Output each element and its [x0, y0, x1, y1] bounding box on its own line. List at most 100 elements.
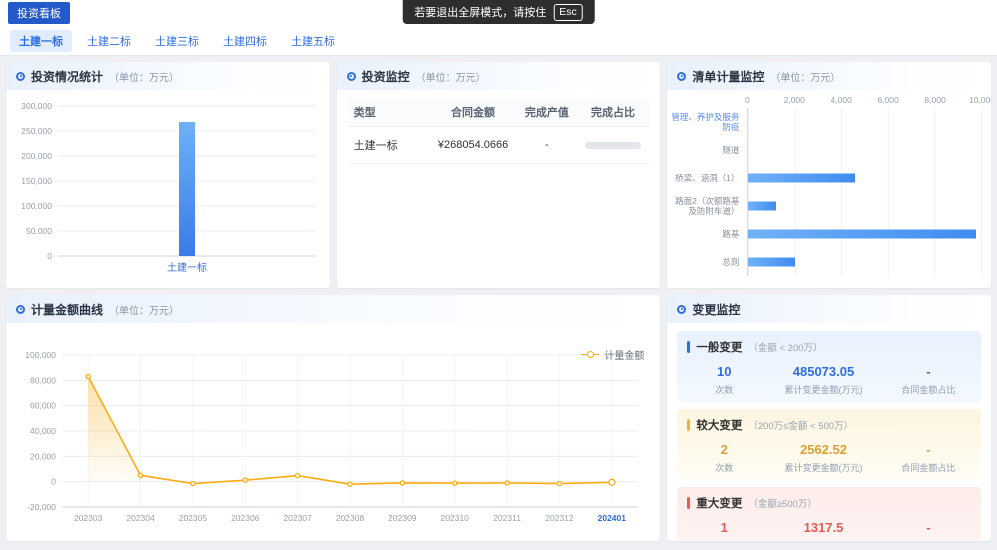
svg-text:202308: 202308 — [336, 513, 365, 523]
table-row[interactable]: 土建一标 ¥268054.0666 - — [348, 127, 650, 164]
hbar-row: 路面2（次额路基及防附车道） — [667, 192, 991, 220]
tab-土建四标[interactable]: 土建四标 — [214, 30, 276, 52]
card-stat-count: 10次数 — [687, 364, 761, 396]
fullscreen-toast-text: 若要退出全屏模式，请按住 — [414, 4, 546, 20]
hbar-x-axis: 02,0004,0006,0008,00010,000 — [747, 94, 982, 108]
svg-text:150,000: 150,000 — [21, 176, 52, 186]
card-range: （金额 < 200万） — [748, 340, 822, 354]
change-card-critical: 重大变更（金额≥500万）1次数1317.5累计变更金额(万元)-合同金额占比 — [677, 487, 981, 541]
target-icon — [677, 72, 686, 81]
quantity-hbar-chart: 02,0004,0006,0008,00010,000 管理、养护及服务防疫隧道… — [667, 90, 991, 276]
hbar-bar-路基 — [748, 230, 976, 239]
board-button[interactable]: 投资看板 — [8, 2, 70, 24]
svg-text:土建一标: 土建一标 — [167, 261, 207, 274]
card-name: 较大变更 — [696, 417, 742, 433]
change-card-general: 一般变更 （金额 < 200万） 10次数485073.05累计变更金额(万元)-合… — [677, 331, 981, 402]
hbar-row: 路基 — [667, 220, 991, 248]
legend-measure-amount[interactable]: 计量金额 — [581, 347, 644, 362]
hbar-row: 管理、养护及服务防疫 — [667, 108, 991, 136]
tab-土建三标[interactable]: 土建三标 — [146, 30, 208, 52]
svg-text:0: 0 — [51, 477, 56, 487]
hbar-tick: 4,000 — [831, 95, 852, 105]
investment-dashboard: 投资看板 若要退出全屏模式，请按住 Esc 土建一标土建二标土建三标土建四标土建… — [0, 0, 997, 550]
panel-unit: （单位：万元） — [109, 302, 179, 317]
svg-text:100,000: 100,000 — [25, 350, 56, 360]
svg-text:50,000: 50,000 — [26, 226, 52, 236]
card-stat-ratio: -合同金额占比 — [886, 520, 971, 541]
target-icon — [16, 305, 25, 314]
svg-text:202304: 202304 — [126, 513, 155, 523]
target-icon — [16, 72, 25, 81]
target-icon — [347, 72, 356, 81]
hbar-row: 总则 — [667, 248, 991, 276]
svg-text:202310: 202310 — [441, 513, 470, 523]
col-type: 类型 — [348, 98, 429, 127]
line-chart-area: 计量金额 -20,000020,00040,00060,00080,000100… — [6, 343, 660, 541]
svg-text:60,000: 60,000 — [30, 401, 56, 411]
cell-contract-amount[interactable]: ¥268054.0666 — [429, 127, 517, 164]
hbar-category-label: 桥梁、涵洞（1） — [667, 173, 747, 183]
hbar-track — [747, 248, 982, 276]
svg-text:0: 0 — [47, 251, 52, 261]
card-range: （金额≥500万） — [748, 496, 817, 510]
card-stat-ratio: -合同金额占比 — [886, 442, 971, 474]
panel-header: 计量金额曲线 （单位：万元） — [6, 295, 660, 323]
hbar-category-label: 总则 — [667, 257, 747, 267]
hbar-track — [747, 108, 982, 136]
card-name: 一般变更 — [696, 339, 742, 355]
card-stat-count: 2次数 — [687, 442, 761, 474]
fullscreen-toast: 若要退出全屏模式，请按住 Esc — [402, 0, 595, 24]
investment-table: 类型 合同金额 完成产值 完成占比 土建一标 ¥268054.0666 - — [348, 98, 650, 164]
panel-title: 清单计量监控 — [692, 68, 764, 85]
svg-text:300,000: 300,000 — [21, 101, 52, 111]
hbar-category-label: 管理、养护及服务防疫 — [667, 112, 747, 132]
table-header-row: 类型 合同金额 完成产值 完成占比 — [348, 98, 650, 127]
cell-type: 土建一标 — [348, 127, 429, 164]
hbar-track — [747, 136, 982, 164]
hbar-category-label: 路面2（次额路基及防附车道） — [667, 196, 747, 216]
tab-土建二标[interactable]: 土建二标 — [78, 30, 140, 52]
panel-title: 变更监控 — [692, 301, 740, 318]
hbar-tick: 6,000 — [877, 95, 898, 105]
hbar-track — [747, 164, 982, 192]
svg-text:202305: 202305 — [179, 513, 208, 523]
panel-header: 投资监控 （单位：万元） — [337, 62, 661, 90]
hbar-tick: 0 — [745, 95, 750, 105]
panel-investment-monitor: 投资监控 （单位：万元） 类型 合同金额 完成产值 完成占比 土建一标 ¥268… — [337, 62, 661, 288]
card-range: （200万≤金额 < 500万） — [748, 418, 853, 432]
svg-text:20,000: 20,000 — [30, 451, 56, 461]
panel-unit: （单位：万元） — [109, 69, 179, 84]
topbar: 投资看板 若要退出全屏模式，请按住 Esc — [0, 0, 997, 26]
panel-header: 投资情况统计 （单位：万元） — [6, 62, 330, 90]
panel-title: 投资监控 — [362, 68, 410, 85]
hbar-rows: 管理、养护及服务防疫隧道桥梁、涵洞（1） 路面2（次额路基及防附车道） 路基总则 — [667, 108, 991, 276]
card-name: 重大变更 — [696, 495, 742, 511]
tab-土建五标[interactable]: 土建五标 — [282, 30, 344, 52]
svg-text:200,000: 200,000 — [21, 151, 52, 161]
cell-output-value: - — [517, 127, 577, 164]
panel-header: 变更监控 — [667, 295, 991, 323]
svg-text:-20,000: -20,000 — [27, 502, 56, 512]
card-accent-bar — [687, 497, 690, 509]
card-stat-amount: 485073.05累计变更金额(万元) — [761, 364, 886, 396]
esc-key: Esc — [553, 4, 583, 21]
completion-progress-bar — [585, 142, 641, 149]
panel-quantity-monitor: 清单计量监控 （单位：万元） 02,0004,0006,0008,00010,0… — [667, 62, 991, 288]
card-stat-amount: 1317.5累计变更金额(万元) — [761, 520, 886, 541]
card-stat-ratio: -合同金额占比 — [886, 364, 971, 396]
svg-text:250,000: 250,000 — [21, 126, 52, 136]
hbar-category-label: 隧道 — [667, 145, 747, 155]
investment-bar-chart: 050,000100,000150,000200,000250,000300,0… — [6, 90, 329, 284]
card-stat-amount: 2562.52累计变更金额(万元) — [761, 442, 886, 474]
panel-title: 投资情况统计 — [31, 68, 103, 85]
hbar-bar-桥梁、涵洞（1） — [748, 174, 855, 183]
tab-土建一标[interactable]: 土建一标 — [10, 30, 72, 52]
panel-title: 计量金额曲线 — [31, 301, 103, 318]
svg-text:202303: 202303 — [74, 513, 103, 523]
col-contract-amount: 合同金额 — [429, 98, 517, 127]
panel-unit: （单位：万元） — [416, 69, 486, 84]
hbar-row: 桥梁、涵洞（1） — [667, 164, 991, 192]
svg-text:202307: 202307 — [283, 513, 312, 523]
legend-label: 计量金额 — [604, 347, 644, 362]
hbar-tick: 10,000 — [969, 95, 991, 105]
